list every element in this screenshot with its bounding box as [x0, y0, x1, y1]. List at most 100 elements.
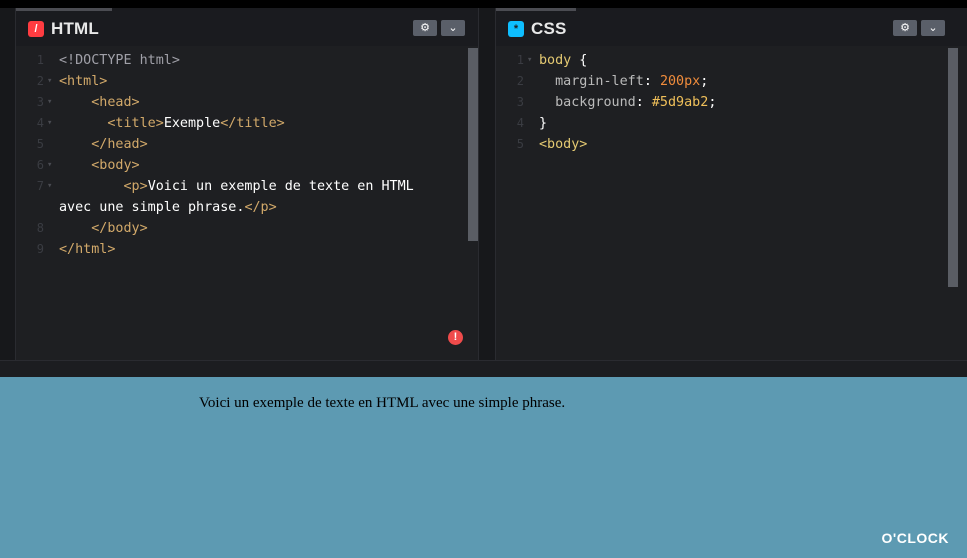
css-tab-indicator: [496, 8, 576, 11]
html-code-text: </html>: [59, 239, 115, 260]
html-code-token: </head>: [59, 137, 148, 152]
html-code-token: </body>: [59, 221, 148, 236]
css-editor-pane[interactable]: * CSS ⚙ ⌄ 1 ▾ body {2 margin-left: 200px; 3…: [496, 8, 967, 360]
css-code-token: :: [635, 95, 652, 110]
fold-arrow-icon[interactable]: ▾: [47, 92, 52, 113]
html-code-text: <title>Exemple</title>: [59, 113, 285, 134]
html-code-text: <!DOCTYPE html>: [59, 50, 180, 71]
css-line-number: 4: [516, 116, 524, 130]
css-code-token: :: [643, 74, 660, 89]
css-code-area[interactable]: 1 ▾ body {2 margin-left: 200px; 3 backgroun…: [496, 50, 967, 155]
html-line-number: 7: [36, 179, 44, 193]
fold-arrow-icon[interactable]: ▾: [47, 176, 52, 197]
html-line-number: 8: [36, 221, 44, 235]
html-code-token: <body>: [59, 158, 140, 173]
html-code-token: </p>: [244, 200, 277, 215]
html-code-token: <html>: [59, 74, 108, 89]
css-line-number: 1: [516, 53, 524, 67]
fold-arrow-icon[interactable]: ▾: [47, 71, 52, 92]
html-code-area[interactable]: 1 <!DOCTYPE html> 2 ▾ <html> 3 ▾ <head> 4 ▾ <tit…: [16, 50, 478, 260]
preview-separator[interactable]: [0, 360, 967, 377]
html-code-token: <!DOCTYPE html>: [59, 53, 180, 68]
html-code-token: <p>: [59, 179, 148, 194]
css-code-line[interactable]: 4}: [496, 113, 967, 134]
css-code-token: 200px: [659, 74, 701, 89]
css-code-token: background: [539, 95, 636, 110]
css-code-token: #5d9ab2: [651, 95, 709, 110]
css-code-line[interactable]: 3 background: #5d9ab2;: [496, 92, 967, 113]
html-code-line[interactable]: 3 ▾ <head>: [16, 92, 478, 113]
html-code-line[interactable]: 1 <!DOCTYPE html>: [16, 50, 478, 71]
css-code-line[interactable]: 2 margin-left: 200px;: [496, 71, 967, 92]
editor-area: / HTML ⚙ ⌄ 1 <!DOCTYPE html> 2 ▾ <html> 3 ▾ <h…: [0, 8, 967, 360]
html-code-text: </head>: [59, 134, 148, 155]
css-code-token: ;: [708, 95, 717, 110]
fold-arrow-icon[interactable]: ▾: [47, 155, 52, 176]
html-code-token: Exemple: [163, 116, 221, 131]
css-scrollbar[interactable]: [948, 48, 958, 287]
html-code-line[interactable]: 9 </html>: [16, 239, 478, 260]
css-pane-header: * CSS ⚙ ⌄: [496, 8, 967, 46]
html-code-token: Voici un exemple de texte en HTML: [147, 179, 414, 194]
oclock-logo: O'CLOCK: [881, 530, 949, 546]
html-code-line[interactable]: avec une simple phrase.</p>: [16, 197, 478, 218]
css-icon: *: [508, 21, 524, 37]
html-code-token: avec une simple phrase.: [59, 200, 245, 215]
css-collapse-chevron-icon[interactable]: ⌄: [921, 20, 945, 36]
html-line-number: 3: [36, 95, 44, 109]
css-code-token: ;: [700, 74, 709, 89]
html-code-token: <head>: [59, 95, 140, 110]
html-code-line[interactable]: 4 ▾ <title>Exemple</title>: [16, 113, 478, 134]
html-code-token: </html>: [59, 242, 116, 257]
css-line-number: 3: [516, 95, 524, 109]
html-code-line[interactable]: 8 </body>: [16, 218, 478, 239]
html-collapse-chevron-icon[interactable]: ⌄: [441, 20, 465, 36]
css-code-token: {: [571, 53, 588, 68]
html-code-token: </title>: [220, 116, 285, 131]
css-settings-gear-icon[interactable]: ⚙: [893, 20, 917, 36]
left-resize-gutter[interactable]: [0, 8, 16, 360]
html-code-text: avec une simple phrase.</p>: [59, 197, 277, 218]
css-code-token: body: [539, 53, 572, 68]
html-code-text: <p>Voici un exemple de texte en HTML: [59, 176, 414, 197]
html-code-line[interactable]: 7 ▾ <p>Voici un exemple de texte en HTML: [16, 176, 478, 197]
css-code-token: <body>: [539, 137, 588, 152]
html-code-text: <html>: [59, 71, 107, 92]
html-line-number: 6: [36, 158, 44, 172]
html-pane-header: / HTML ⚙ ⌄: [16, 8, 478, 46]
html-code-token: <title>: [59, 116, 164, 131]
css-code-line[interactable]: 1 ▾ body {: [496, 50, 967, 71]
html-code-text: </body>: [59, 218, 148, 239]
fold-arrow-icon[interactable]: ▾: [527, 50, 532, 71]
error-icon[interactable]: !: [448, 330, 463, 345]
css-line-number: 5: [516, 137, 524, 151]
css-code-token: }: [539, 116, 548, 131]
html-code-text: <head>: [59, 92, 140, 113]
html-code-line[interactable]: 6 ▾ <body>: [16, 155, 478, 176]
css-code-line[interactable]: 5 <body>: [496, 134, 967, 155]
css-line-number: 2: [516, 74, 524, 88]
html-editor-pane[interactable]: / HTML ⚙ ⌄ 1 <!DOCTYPE html> 2 ▾ <html> 3 ▾ <h…: [16, 8, 478, 360]
html-line-number: 1: [36, 53, 44, 67]
css-code-text: body {: [539, 50, 587, 71]
css-pane-title: CSS: [531, 19, 567, 38]
css-code-text: margin-left: 200px;: [539, 71, 708, 92]
html-line-number: 2: [36, 74, 44, 88]
html-icon: /: [28, 21, 44, 37]
html-code-line[interactable]: 2 ▾ <html>: [16, 71, 478, 92]
html-settings-gear-icon[interactable]: ⚙: [413, 20, 437, 36]
html-scrollbar[interactable]: [468, 48, 478, 241]
html-line-number: 4: [36, 116, 44, 130]
pane-resize-divider[interactable]: [478, 8, 496, 360]
result-preview: Voici un exemple de texte en HTML avec u…: [0, 377, 967, 558]
html-code-text: <body>: [59, 155, 140, 176]
preview-paragraph: Voici un exemple de texte en HTML avec u…: [199, 395, 566, 411]
html-pane-title: HTML: [51, 19, 100, 38]
html-tab-indicator: [16, 8, 112, 11]
css-code-token: margin-left: [539, 74, 644, 89]
fold-arrow-icon[interactable]: ▾: [47, 113, 52, 134]
css-code-text: }: [539, 113, 547, 134]
html-code-line[interactable]: 5 </head>: [16, 134, 478, 155]
html-line-number: 5: [36, 137, 44, 151]
css-code-text: background: #5d9ab2;: [539, 92, 716, 113]
